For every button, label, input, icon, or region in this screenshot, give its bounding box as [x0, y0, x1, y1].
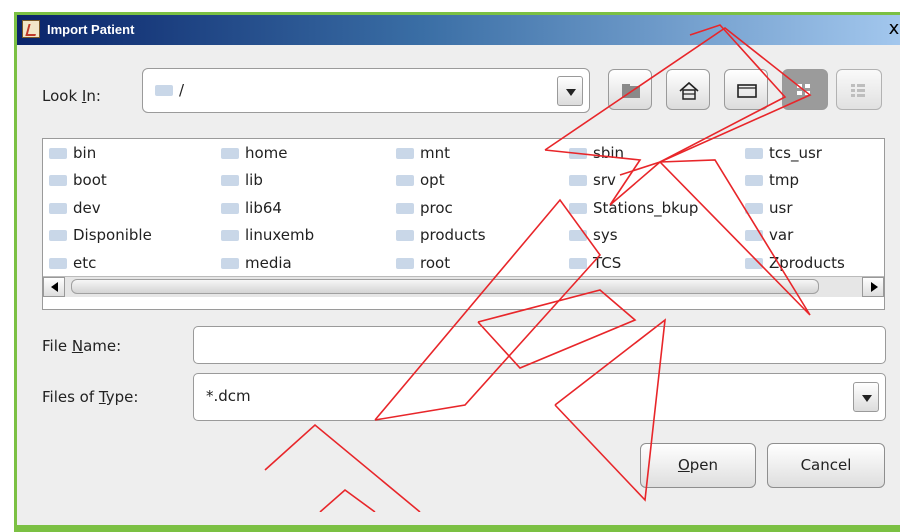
- list-item[interactable]: bin: [49, 144, 96, 162]
- list-item[interactable]: TCS: [569, 254, 621, 272]
- home-icon: [679, 81, 699, 100]
- file-name-label: File Name:: [42, 337, 122, 355]
- folder-icon: [745, 175, 763, 186]
- list-item[interactable]: opt: [396, 171, 445, 189]
- folder-icon: [221, 175, 239, 186]
- list-item[interactable]: lib64: [221, 199, 282, 217]
- look-in-label: Look In:: [42, 87, 101, 105]
- folder-icon: [49, 175, 67, 186]
- folder-icon: [49, 203, 67, 214]
- files-of-type-combo[interactable]: *.dcm: [193, 373, 886, 421]
- folder-icon: [745, 258, 763, 269]
- folder-icon: [155, 85, 173, 96]
- list-item[interactable]: lib: [221, 171, 263, 189]
- details-view-button[interactable]: [836, 69, 882, 110]
- list-item[interactable]: dev: [49, 199, 101, 217]
- home-button[interactable]: [666, 69, 710, 110]
- window-title: Import Patient: [47, 22, 135, 37]
- folder-icon: [49, 258, 67, 269]
- folder-icon: [396, 230, 414, 241]
- folder-icon: [396, 175, 414, 186]
- close-icon[interactable]: x: [885, 20, 900, 38]
- list-item[interactable]: etc: [49, 254, 96, 272]
- folder-icon: [569, 203, 587, 214]
- folder-icon: [49, 148, 67, 159]
- folder-icon: [221, 148, 239, 159]
- folder-icon: [221, 258, 239, 269]
- folder-icon: [745, 203, 763, 214]
- list-view-button[interactable]: [782, 69, 828, 110]
- list-item[interactable]: srv: [569, 171, 616, 189]
- list-item[interactable]: home: [221, 144, 288, 162]
- list-item[interactable]: mnt: [396, 144, 450, 162]
- open-button[interactable]: Open: [640, 443, 756, 488]
- chevron-down-icon[interactable]: [557, 76, 583, 106]
- list-item[interactable]: linuxemb: [221, 226, 314, 244]
- title-bar[interactable]: Import Patient x: [17, 15, 900, 45]
- list-item[interactable]: sbin: [569, 144, 624, 162]
- list-item[interactable]: tmp: [745, 171, 799, 189]
- list-item[interactable]: var: [745, 226, 793, 244]
- folder-icon: [396, 148, 414, 159]
- list-item[interactable]: Stations_bkup: [569, 199, 698, 217]
- folder-icon: [569, 230, 587, 241]
- list-item[interactable]: boot: [49, 171, 107, 189]
- new-folder-icon: [737, 84, 757, 98]
- java-app-icon: [22, 20, 40, 38]
- new-folder-button[interactable]: [724, 69, 768, 110]
- list-item[interactable]: sys: [569, 226, 618, 244]
- chevron-down-icon[interactable]: [853, 382, 879, 412]
- details-view-icon: [851, 84, 865, 97]
- folder-icon: [396, 203, 414, 214]
- list-item[interactable]: root: [396, 254, 450, 272]
- folder-icon: [49, 230, 67, 241]
- list-item[interactable]: proc: [396, 199, 453, 217]
- up-one-level-button[interactable]: [608, 69, 652, 110]
- file-name-input[interactable]: [193, 326, 886, 364]
- cancel-button[interactable]: Cancel: [767, 443, 885, 488]
- scroll-right-icon[interactable]: [862, 277, 884, 297]
- list-item[interactable]: Disponible: [49, 226, 152, 244]
- look-in-value: /: [155, 81, 184, 99]
- folder-icon: [569, 148, 587, 159]
- up-folder-icon: [622, 84, 640, 98]
- folder-icon: [221, 230, 239, 241]
- folder-icon: [221, 203, 239, 214]
- files-of-type-value: *.dcm: [206, 387, 251, 405]
- scroll-left-icon[interactable]: [43, 277, 65, 297]
- folder-icon: [569, 258, 587, 269]
- list-item[interactable]: usr: [745, 199, 793, 217]
- folder-icon: [745, 230, 763, 241]
- scrollbar-thumb[interactable]: [71, 279, 819, 294]
- horizontal-scrollbar[interactable]: [43, 276, 884, 297]
- folder-icon: [396, 258, 414, 269]
- list-item[interactable]: Zproducts: [745, 254, 845, 272]
- list-item[interactable]: products: [396, 226, 486, 244]
- files-of-type-label: Files of Type:: [42, 388, 139, 406]
- list-view-icon: [797, 84, 810, 95]
- folder-icon: [569, 175, 587, 186]
- folder-icon: [745, 148, 763, 159]
- look-in-combo[interactable]: /: [142, 68, 590, 113]
- list-item[interactable]: media: [221, 254, 292, 272]
- list-item[interactable]: tcs_usr: [745, 144, 822, 162]
